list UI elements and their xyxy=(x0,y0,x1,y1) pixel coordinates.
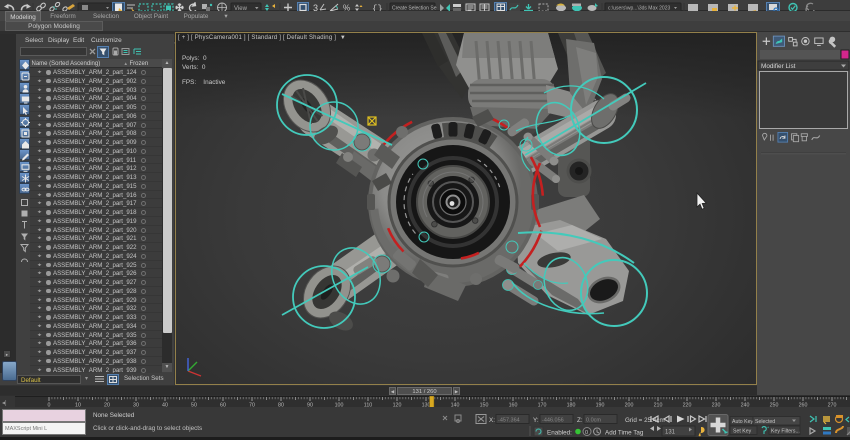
svg-text:131: 131 xyxy=(665,430,676,436)
svg-text:Modifier List: Modifier List xyxy=(761,63,796,70)
svg-text:Grid = 25.4cm: Grid = 25.4cm xyxy=(625,417,665,424)
svg-text:Key Filters...: Key Filters... xyxy=(771,429,800,435)
svg-text:X:: X: xyxy=(489,417,495,424)
svg-text:Enabled:: Enabled: xyxy=(547,430,572,437)
svg-text:Auto Key: Auto Key xyxy=(732,419,753,425)
svg-text:-457.364: -457.364 xyxy=(498,418,520,424)
svg-text:Y:: Y: xyxy=(533,417,539,424)
svg-text:Set Key: Set Key xyxy=(733,429,752,435)
svg-text:0.0cm: 0.0cm xyxy=(586,418,601,424)
svg-text:Z:: Z: xyxy=(577,417,583,424)
svg-text:-446.056: -446.056 xyxy=(542,418,564,424)
svg-text:0: 0 xyxy=(585,430,588,436)
svg-text:Selected: Selected xyxy=(755,419,775,425)
svg-text:◂|: ◂| xyxy=(2,401,7,407)
svg-text:Add Time Tag: Add Time Tag xyxy=(605,430,644,437)
